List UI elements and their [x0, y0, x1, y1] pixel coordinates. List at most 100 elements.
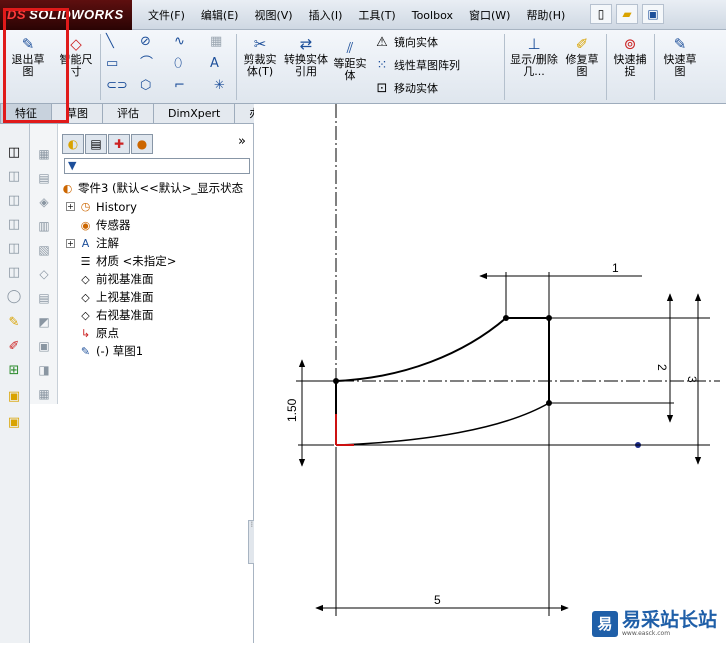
- open-folder-icon[interactable]: ▰: [616, 4, 638, 24]
- menu-help[interactable]: 帮助(H): [518, 7, 573, 23]
- menu-window[interactable]: 窗口(W): [461, 7, 518, 23]
- fillet-icon[interactable]: ⌐: [174, 78, 185, 94]
- new-document-icon[interactable]: ▯: [590, 4, 612, 24]
- watermark-logo: 易: [592, 611, 618, 637]
- menu-toolbox[interactable]: Toolbox: [404, 9, 461, 22]
- sweep-icon[interactable]: ◫: [5, 192, 23, 210]
- trim-icon: ✂: [253, 35, 267, 53]
- tree-item-sketch1[interactable]: ✎ (-) 草图1: [78, 343, 143, 359]
- linear-pattern-button[interactable]: ⁙ 线性草图阵列: [374, 57, 460, 73]
- revolve-icon[interactable]: ◫: [5, 168, 23, 186]
- text-icon[interactable]: A: [210, 56, 219, 72]
- grid-small-icon[interactable]: ▦: [36, 146, 52, 162]
- expand-icon[interactable]: +: [66, 238, 75, 248]
- rapid-sketch-icon: ✎: [673, 35, 687, 53]
- expand-arrow-icon[interactable]: »: [238, 134, 246, 149]
- menu-bar: 文件(F) 编辑(E) 视图(V) 插入(I) 工具(T) Toolbox 窗口…: [140, 0, 573, 30]
- tree-item-right-plane[interactable]: ◇ 右视基准面: [78, 307, 153, 323]
- tree-root[interactable]: ◐ 零件3 (默认<<默认>_显示状态: [60, 180, 243, 196]
- title-bar: DS SOLIDWORKS 文件(F) 编辑(E) 视图(V) 插入(I) 工具(…: [0, 0, 726, 30]
- slot-icon[interactable]: ⊂⊃: [106, 78, 128, 94]
- revolve-cut-icon[interactable]: ◫: [5, 264, 23, 282]
- feature-tree-tab-icon[interactable]: ◐: [62, 134, 84, 154]
- ribbon-separator: [606, 34, 607, 100]
- menu-file[interactable]: 文件(F): [140, 7, 193, 23]
- move-entities-button[interactable]: ⊡ 移动实体: [374, 80, 438, 96]
- circle-icon[interactable]: ⊘: [140, 34, 151, 50]
- tree-item-annotations[interactable]: + A 注解: [66, 235, 119, 251]
- menu-insert[interactable]: 插入(I): [301, 7, 351, 23]
- convert-icon: ⇄: [299, 35, 313, 53]
- repair-sketch-button[interactable]: ✐ 修复草图: [562, 36, 602, 78]
- hole-icon[interactable]: ▤: [36, 290, 52, 306]
- left-toolbar: ◫ ◫ ◫ ◫ ◫ ◫ ◯ ✎ ✐ ⊞ ▣ ▣: [0, 124, 30, 643]
- tree-filter[interactable]: ▼: [64, 158, 250, 174]
- menu-view[interactable]: 视图(V): [246, 7, 300, 23]
- tab-dimxpert[interactable]: DimXpert: [153, 104, 236, 124]
- grid-icon[interactable]: ▦: [210, 34, 222, 50]
- loft-icon[interactable]: ◫: [5, 216, 23, 234]
- left-toolbar-secondary: ▦ ▤ ◈ ▥ ▧ ◇ ▤ ◩ ▣ ◨ ▦: [30, 124, 58, 404]
- tree-item-sensors[interactable]: ◉ 传感器: [78, 217, 131, 233]
- plane-icon: ◇: [81, 272, 90, 286]
- tree-tabs: ◐ ▤ ✚ ●: [62, 134, 153, 154]
- menu-edit[interactable]: 编辑(E): [193, 7, 247, 23]
- line-icon[interactable]: ╲: [106, 34, 114, 50]
- layer-icon[interactable]: ▣: [5, 388, 23, 406]
- sketch-canvas[interactable]: 1 2 3 1.50 5: [254, 104, 726, 643]
- sketch-icon[interactable]: ✎: [5, 314, 23, 332]
- extrude-cut-icon[interactable]: ◫: [5, 240, 23, 258]
- plane-icon: ◇: [81, 290, 90, 304]
- quick-snaps-button[interactable]: ⊚ 快速捕捉: [610, 36, 650, 78]
- repair-sketch-icon: ✐: [575, 35, 589, 53]
- dome-icon[interactable]: ◩: [36, 314, 52, 330]
- wrap-icon[interactable]: ▣: [36, 338, 52, 354]
- display-delete-relations-button[interactable]: ⊥ 显示/删除几...: [510, 36, 558, 78]
- command-manager: ✎ 退出草图 ◇ 智能尺寸 ╲ ⊘ ∿ ▦ ▭ ⌒ ⬯ A ⊂⊃ ⬡ ⌐ ✳ ✂…: [0, 30, 726, 104]
- tree-item-origin[interactable]: ↳ 原点: [78, 325, 119, 341]
- graphics-area[interactable]: 1 2 3 1.50 5 易 易采站长站 www.easck.com: [254, 104, 726, 643]
- sensor-icon: ◉: [80, 218, 91, 232]
- property-tab-icon[interactable]: ▤: [85, 134, 107, 154]
- mirror-feature-icon[interactable]: ◨: [36, 362, 52, 378]
- tree-item-front-plane[interactable]: ◇ 前视基准面: [78, 271, 153, 287]
- table-icon[interactable]: ▤: [36, 170, 52, 186]
- menu-tools[interactable]: 工具(T): [350, 7, 403, 23]
- pattern-icon[interactable]: ▦: [36, 386, 52, 402]
- config-tab-icon[interactable]: ✚: [108, 134, 130, 154]
- flex-icon[interactable]: ◈: [36, 194, 52, 210]
- watermark: 易 易采站长站 www.easck.com: [588, 605, 726, 643]
- offset-entities-button[interactable]: ⫽ 等距实体: [330, 40, 370, 82]
- plane-icon: ◇: [81, 308, 90, 322]
- tree-item-material[interactable]: ☰ 材质 <未指定>: [78, 253, 177, 269]
- smart-dim-small-icon[interactable]: ✐: [5, 338, 23, 356]
- shell-icon[interactable]: ▥: [36, 218, 52, 234]
- ribbon-separator: [100, 34, 101, 100]
- tree-item-top-plane[interactable]: ◇ 上视基准面: [78, 289, 153, 305]
- polygon-icon[interactable]: ⬡: [140, 78, 151, 94]
- history-icon: ◷: [80, 200, 91, 213]
- relations-small-icon[interactable]: ⊞: [5, 362, 23, 380]
- expand-icon[interactable]: +: [66, 202, 75, 211]
- layer2-icon[interactable]: ▣: [5, 414, 23, 432]
- appearance-tab-icon[interactable]: ●: [131, 134, 153, 154]
- fillet-feature-icon[interactable]: ◯: [5, 288, 23, 306]
- rib-icon[interactable]: ▧: [36, 242, 52, 258]
- mirror-entities-button[interactable]: ⚠ 镜向实体: [374, 34, 438, 50]
- feature-manager: ◐ ▤ ✚ ● » ▼ ◐ 零件3 (默认<<默认>_显示状态 + ◷ History…: [58, 124, 254, 643]
- save-icon[interactable]: ▣: [642, 4, 664, 24]
- tab-evaluate[interactable]: 评估: [102, 104, 154, 124]
- trim-entities-button[interactable]: ✂ 剪裁实体(T): [239, 36, 281, 78]
- point-icon[interactable]: ✳: [214, 78, 225, 94]
- tree-item-history[interactable]: + ◷ History: [66, 199, 137, 214]
- ellipse-icon[interactable]: ⬯: [174, 56, 182, 72]
- draft-icon[interactable]: ◇: [36, 266, 52, 282]
- rectangle-icon[interactable]: ▭: [106, 56, 118, 72]
- extrude-boss-icon[interactable]: ◫: [5, 144, 23, 162]
- rapid-sketch-button[interactable]: ✎ 快速草图: [660, 36, 700, 78]
- arc-icon[interactable]: ⌒: [140, 56, 153, 72]
- filter-icon: ▼: [68, 159, 77, 172]
- origin-icon: ↳: [80, 326, 91, 340]
- convert-entities-button[interactable]: ⇄ 转换实体引用: [284, 36, 328, 78]
- spline-icon[interactable]: ∿: [174, 34, 185, 50]
